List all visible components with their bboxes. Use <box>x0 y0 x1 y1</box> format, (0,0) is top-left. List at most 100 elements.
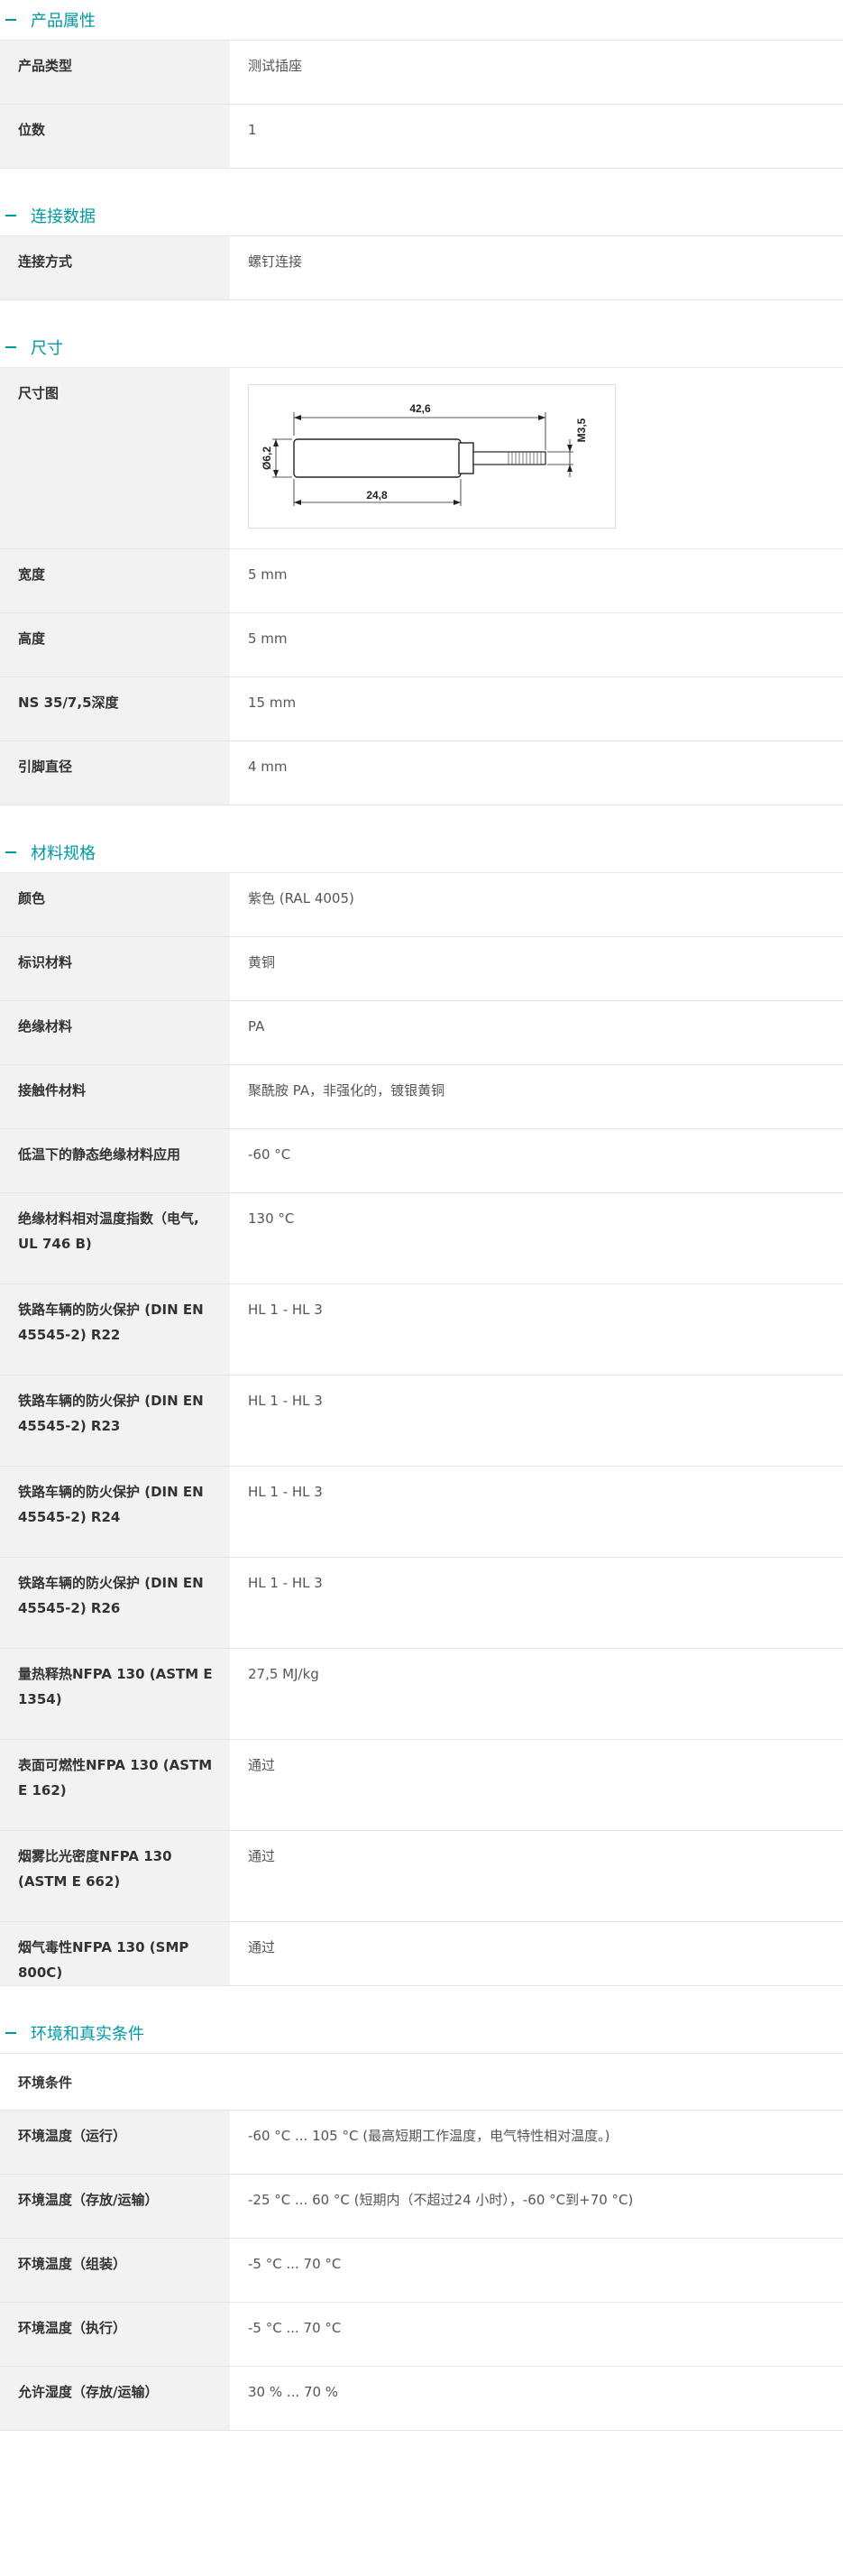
table-row-drawing: 尺寸图 42,6 24,8 Ø6,2 M3,5 <box>0 368 843 549</box>
row-label: 高度 <box>0 613 230 676</box>
table-row: 高度 5 mm <box>0 613 843 677</box>
row-value: 5 mm <box>248 630 288 647</box>
table-row: 烟雾比光密度NFPA 130 (ASTM E 662) 通过 <box>0 1831 843 1922</box>
row-value: 1 <box>248 122 257 138</box>
dimension-drawing[interactable]: 42,6 24,8 Ø6,2 M3,5 <box>248 384 616 529</box>
section-header-connection[interactable]: 连接数据 <box>0 196 843 236</box>
collapse-dash-icon <box>5 2032 16 2034</box>
row-value: 通过 <box>248 1939 276 1955</box>
row-value: 黄铜 <box>248 954 276 971</box>
row-label: 环境温度（运行） <box>0 2111 230 2174</box>
row-label: 铁路车辆的防火保护 (DIN EN 45545-2) R22 <box>0 1284 230 1375</box>
row-value: -25 °C ... 60 °C (短期内（不超过24 小时），-60 °C到+… <box>248 2192 634 2208</box>
subsection-heading: 环境条件 <box>0 2054 843 2111</box>
table-row: 产品类型 测试插座 <box>0 41 843 105</box>
table-row: NS 35/7,5深度 15 mm <box>0 677 843 741</box>
row-value: -60 °C <box>248 1146 291 1163</box>
row-value: 42,6 24,8 Ø6,2 M3,5 <box>230 368 843 548</box>
row-value: 通过 <box>248 1757 276 1773</box>
row-value: 通过 <box>248 1848 276 1864</box>
row-label: 环境温度（组装） <box>0 2239 230 2302</box>
section-title: 材料规格 <box>31 844 96 863</box>
section-title: 环境和真实条件 <box>31 2025 144 2044</box>
collapse-dash-icon <box>5 215 16 216</box>
table-row: 环境温度（存放/运输） -25 °C ... 60 °C (短期内（不超过24 … <box>0 2175 843 2239</box>
row-value: 4 mm <box>248 759 288 775</box>
row-value: 27,5 MJ/kg <box>248 1666 319 1682</box>
table-row: 绝缘材料相对温度指数（电气, UL 746 B) 130 °C <box>0 1193 843 1284</box>
dim-left-label: Ø6,2 <box>261 446 273 470</box>
table-row: 铁路车辆的防火保护 (DIN EN 45545-2) R24 HL 1 - HL… <box>0 1467 843 1558</box>
row-label: 烟气毒性NFPA 130 (SMP 800C) <box>0 1922 230 1985</box>
row-label: 烟雾比光密度NFPA 130 (ASTM E 662) <box>0 1831 230 1921</box>
section-header-environment[interactable]: 环境和真实条件 <box>0 2013 843 2054</box>
row-label: 铁路车辆的防火保护 (DIN EN 45545-2) R23 <box>0 1375 230 1466</box>
row-value: 测试插座 <box>248 58 303 74</box>
table-row: 宽度 5 mm <box>0 549 843 613</box>
row-label: 产品类型 <box>0 41 230 104</box>
row-value: 15 mm <box>248 695 297 711</box>
row-label: 颜色 <box>0 873 230 936</box>
table-row: 绝缘材料 PA <box>0 1001 843 1065</box>
table-row: 标识材料 黄铜 <box>0 937 843 1001</box>
table-row: 铁路车辆的防火保护 (DIN EN 45545-2) R22 HL 1 - HL… <box>0 1284 843 1375</box>
table-row: 低温下的静态绝缘材料应用 -60 °C <box>0 1129 843 1193</box>
dimension-drawing-svg: 42,6 24,8 Ø6,2 M3,5 <box>261 402 588 506</box>
table-row: 颜色 紫色 (RAL 4005) <box>0 873 843 937</box>
section-dimensions: 尺寸 尺寸图 42,6 24,8 Ø6,2 M3,5 宽度 5 mm 高度 5 … <box>0 327 843 805</box>
dim-top-label: 42,6 <box>409 402 431 415</box>
section-environment: 环境和真实条件 环境条件 环境温度（运行） -60 °C ... 105 °C … <box>0 2013 843 2431</box>
row-value: -5 °C ... 70 °C <box>248 2320 342 2336</box>
table-row: 铁路车辆的防火保护 (DIN EN 45545-2) R26 HL 1 - HL… <box>0 1558 843 1649</box>
row-label: 环境温度（执行） <box>0 2303 230 2366</box>
collapse-dash-icon <box>5 851 16 853</box>
row-label: 铁路车辆的防火保护 (DIN EN 45545-2) R24 <box>0 1467 230 1557</box>
section-header-material[interactable]: 材料规格 <box>0 833 843 873</box>
table-row: 引脚直径 4 mm <box>0 741 843 805</box>
section-header-dimensions[interactable]: 尺寸 <box>0 327 843 368</box>
row-value: 紫色 (RAL 4005) <box>248 890 354 906</box>
row-value: HL 1 - HL 3 <box>248 1302 323 1318</box>
table-row: 环境温度（执行） -5 °C ... 70 °C <box>0 2303 843 2367</box>
table-row: 连接方式 螺钉连接 <box>0 236 843 300</box>
row-label: 位数 <box>0 105 230 168</box>
row-value: 螺钉连接 <box>248 253 303 270</box>
row-label: 低温下的静态绝缘材料应用 <box>0 1129 230 1192</box>
row-label: 表面可燃性NFPA 130 (ASTM E 162) <box>0 1740 230 1830</box>
row-value: -5 °C ... 70 °C <box>248 2256 342 2272</box>
row-label: 尺寸图 <box>0 368 230 548</box>
dim-bottom-label: 24,8 <box>366 489 388 501</box>
row-value: 聚酰胺 PA，非强化的，镀银黄铜 <box>248 1082 445 1099</box>
table-row: 环境温度（运行） -60 °C ... 105 °C (最高短期工作温度，电气特… <box>0 2111 843 2175</box>
row-label: 标识材料 <box>0 937 230 1000</box>
row-label: 连接方式 <box>0 236 230 299</box>
table-row: 接触件材料 聚酰胺 PA，非强化的，镀银黄铜 <box>0 1065 843 1129</box>
collapse-dash-icon <box>5 19 16 21</box>
row-label: 接触件材料 <box>0 1065 230 1128</box>
row-label: 引脚直径 <box>0 741 230 805</box>
section-title: 连接数据 <box>31 207 96 226</box>
row-label: 宽度 <box>0 549 230 612</box>
table-row: 环境温度（组装） -5 °C ... 70 °C <box>0 2239 843 2303</box>
table-row: 位数 1 <box>0 105 843 169</box>
collapse-dash-icon <box>5 346 16 348</box>
row-value: 5 mm <box>248 566 288 583</box>
table-row: 烟气毒性NFPA 130 (SMP 800C) 通过 <box>0 1922 843 1986</box>
row-value: HL 1 - HL 3 <box>248 1393 323 1409</box>
row-value: 130 °C <box>248 1210 295 1227</box>
section-title: 产品属性 <box>31 12 96 31</box>
section-header-product[interactable]: 产品属性 <box>0 0 843 41</box>
table-row: 铁路车辆的防火保护 (DIN EN 45545-2) R23 HL 1 - HL… <box>0 1375 843 1467</box>
section-product: 产品属性 产品类型 测试插座 位数 1 <box>0 0 843 169</box>
table-row: 量热释热NFPA 130 (ASTM E 1354) 27,5 MJ/kg <box>0 1649 843 1740</box>
row-label: 环境温度（存放/运输） <box>0 2175 230 2238</box>
row-label: 允许湿度（存放/运输） <box>0 2367 230 2430</box>
row-label: 绝缘材料 <box>0 1001 230 1064</box>
row-value: 30 % ... 70 % <box>248 2384 339 2400</box>
row-value: -60 °C ... 105 °C (最高短期工作温度，电气特性相对温度。) <box>248 2128 610 2144</box>
row-label: NS 35/7,5深度 <box>0 677 230 741</box>
